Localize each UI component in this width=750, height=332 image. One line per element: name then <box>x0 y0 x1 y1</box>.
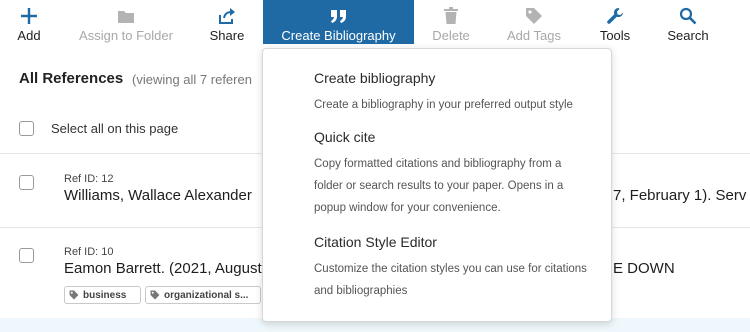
add-button[interactable]: Add <box>12 0 46 44</box>
tag-label: business <box>83 289 127 301</box>
tag-chip[interactable]: organizational s... <box>145 286 261 304</box>
assign-to-folder-label: Assign to Folder <box>79 28 173 43</box>
plus-icon <box>20 6 38 26</box>
search-label: Search <box>667 28 709 43</box>
menu-item-description: Customize the citation styles you can us… <box>314 263 587 297</box>
menu-item-title: Quick cite <box>314 129 376 145</box>
delete-label: Delete <box>432 28 470 43</box>
tools-label: Tools <box>599 28 631 43</box>
reference-citation-tail[interactable]: 7, February 1). Serv <box>613 187 746 204</box>
create-bibliography-menu: Create bibliography Create a bibliograph… <box>262 48 612 322</box>
search-icon <box>679 6 697 26</box>
tag-label: organizational s... <box>164 289 249 301</box>
row-checkbox[interactable] <box>19 248 34 263</box>
create-bibliography-label: Create Bibliography <box>281 28 396 43</box>
wrench-icon <box>606 6 624 26</box>
reference-count-text: (viewing all 7 referen <box>132 72 252 87</box>
trash-icon <box>443 6 459 26</box>
tag-chip[interactable]: business <box>64 286 141 304</box>
tag-icon <box>150 290 160 300</box>
menu-item-description: Copy formatted citations and bibliograph… <box>314 158 564 214</box>
tag-icon <box>525 6 543 26</box>
delete-button[interactable]: Delete <box>428 0 474 44</box>
reference-citation-tail[interactable]: E DOWN <box>613 260 675 277</box>
search-button[interactable]: Search <box>664 0 712 44</box>
tag-icon <box>69 290 79 300</box>
share-button[interactable]: Share <box>205 0 249 44</box>
menu-item-description: Create a bibliography in your preferred … <box>314 99 573 111</box>
ref-id: Ref ID: 12 <box>64 173 114 185</box>
page-title: All References <box>19 70 124 87</box>
ref-id: Ref ID: 10 <box>64 246 114 258</box>
menu-item-title: Create bibliography <box>314 70 436 86</box>
folder-icon <box>117 6 135 26</box>
select-all-checkbox[interactable] <box>19 121 34 136</box>
reference-citation[interactable]: Williams, Wallace Alexander <box>64 187 252 204</box>
menu-item-title: Citation Style Editor <box>314 234 437 250</box>
reference-citation[interactable]: Eamon Barrett. (2021, August <box>64 260 262 277</box>
assign-to-folder-button[interactable]: Assign to Folder <box>72 0 180 44</box>
add-tags-label: Add Tags <box>507 28 561 43</box>
toolbar: Add Assign to Folder Share Create Biblio… <box>0 0 750 44</box>
add-tags-button[interactable]: Add Tags <box>501 0 567 44</box>
select-all-label: Select all on this page <box>51 121 179 136</box>
quote-icon <box>329 6 349 26</box>
add-label: Add <box>17 28 41 43</box>
tools-button[interactable]: Tools <box>594 0 636 44</box>
row-checkbox[interactable] <box>19 175 34 190</box>
share-icon <box>217 6 237 26</box>
create-bibliography-button[interactable]: Create Bibliography <box>263 0 414 44</box>
share-label: Share <box>209 28 245 43</box>
